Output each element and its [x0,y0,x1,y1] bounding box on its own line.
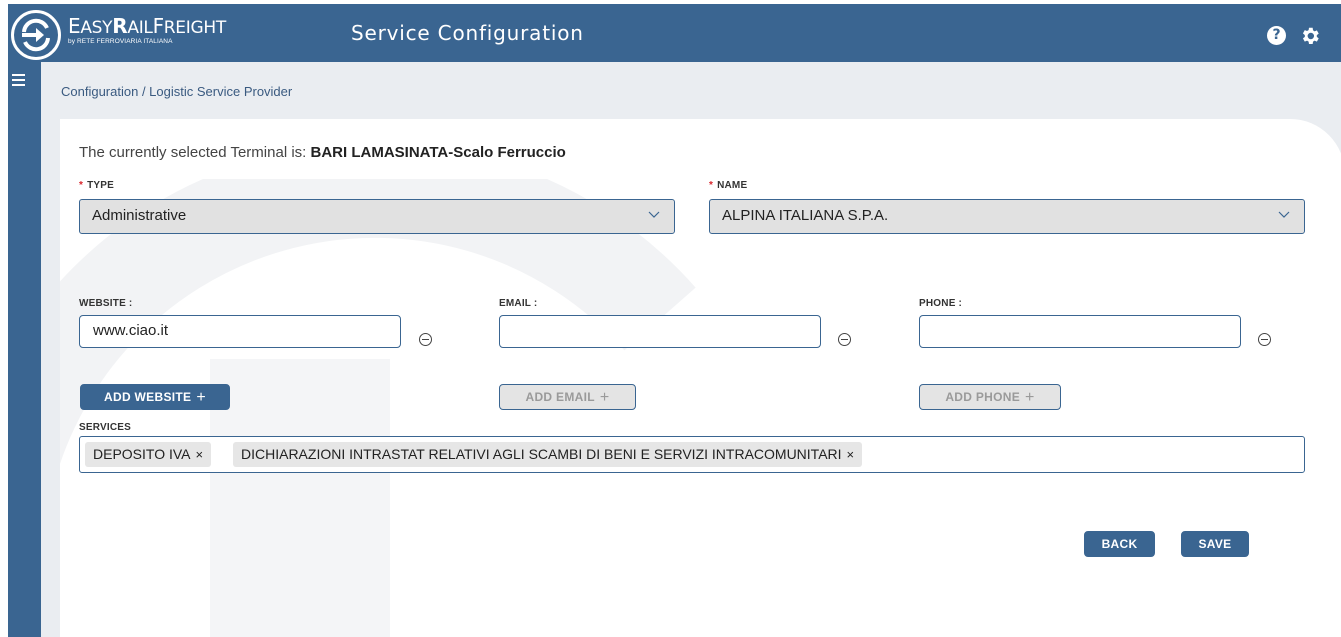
services-multiselect[interactable]: DEPOSITO IVA × DICHIARAZIONI INTRASTAT RE… [79,436,1305,473]
terminal-prefix: The currently selected Terminal is: [79,144,307,161]
name-select[interactable]: ALPINA ITALIANA S.P.A. [709,199,1305,234]
add-phone-label: ADD PHONE [945,390,1021,404]
back-button[interactable]: BACK [1084,531,1155,557]
type-label-text: TYPE [87,180,115,191]
service-tag: DEPOSITO IVA × [85,442,212,467]
type-label: * TYPE [79,180,114,191]
type-select-value: Administrative [92,207,187,224]
phone-input[interactable] [919,315,1241,348]
service-tag-label: DEPOSITO IVA [93,446,191,462]
terminal-info: The currently selected Terminal is: BARI… [79,144,566,161]
add-email-button[interactable]: ADD EMAIL + [499,384,636,410]
service-tag-label: DICHIARAZIONI INTRASTAT RELATIVI AGLI SC… [241,446,842,462]
form-card: The currently selected Terminal is: BARI… [60,119,1341,637]
help-icon[interactable]: ? [1267,26,1286,45]
name-label-text: NAME [717,180,748,191]
chevron-down-icon [1278,211,1290,218]
logo-subtitle: by RETE FERROVIARIA ITALIANA [68,38,173,45]
sidebar [8,62,41,637]
required-mark: * [79,180,84,191]
page-title: Service Configuration [351,21,584,45]
email-input[interactable] [499,315,821,348]
terminal-name: BARI LAMASINATA-Scalo Ferruccio [310,144,566,161]
chevron-down-icon [648,211,660,218]
gear-icon[interactable] [1299,25,1321,47]
logo-wordmark: EASYRAILFREIGHT [68,14,226,38]
remove-website-icon[interactable] [419,333,432,346]
add-email-label: ADD EMAIL [525,390,595,404]
add-website-label: ADD WEBSITE [104,390,192,404]
website-label: WEBSITE : [79,298,133,309]
type-select[interactable]: Administrative [79,199,675,234]
plus-icon: + [196,389,206,406]
add-website-button[interactable]: ADD WEBSITE + [80,384,230,410]
name-label: * NAME [709,180,747,191]
phone-label: PHONE : [919,298,963,309]
top-bar: EASYRAILFREIGHT by RETE FERROVIARIA ITAL… [8,4,1341,62]
breadcrumb: Configuration / Logistic Service Provide… [61,84,293,99]
email-label: EMAIL : [499,298,538,309]
remove-email-icon[interactable] [838,333,851,346]
website-input[interactable]: www.ciao.it [79,315,401,348]
plus-icon: + [599,389,610,406]
close-icon[interactable]: × [196,447,204,462]
service-tag: DICHIARAZIONI INTRASTAT RELATIVI AGLI SC… [233,442,863,467]
logo-icon [11,10,61,60]
add-phone-button[interactable]: ADD PHONE + [919,384,1061,410]
hamburger-menu-icon[interactable] [12,74,25,86]
main-content: Configuration / Logistic Service Provide… [41,62,1341,637]
name-select-value: ALPINA ITALIANA S.P.A. [722,207,889,224]
remove-phone-icon[interactable] [1258,333,1271,346]
services-label: SERVICES [79,422,131,433]
close-icon[interactable]: × [847,447,855,462]
save-button[interactable]: SAVE [1181,531,1249,557]
logo: EASYRAILFREIGHT by RETE FERROVIARIA ITAL… [68,14,226,45]
plus-icon: + [1025,389,1035,406]
required-mark: * [709,180,714,191]
